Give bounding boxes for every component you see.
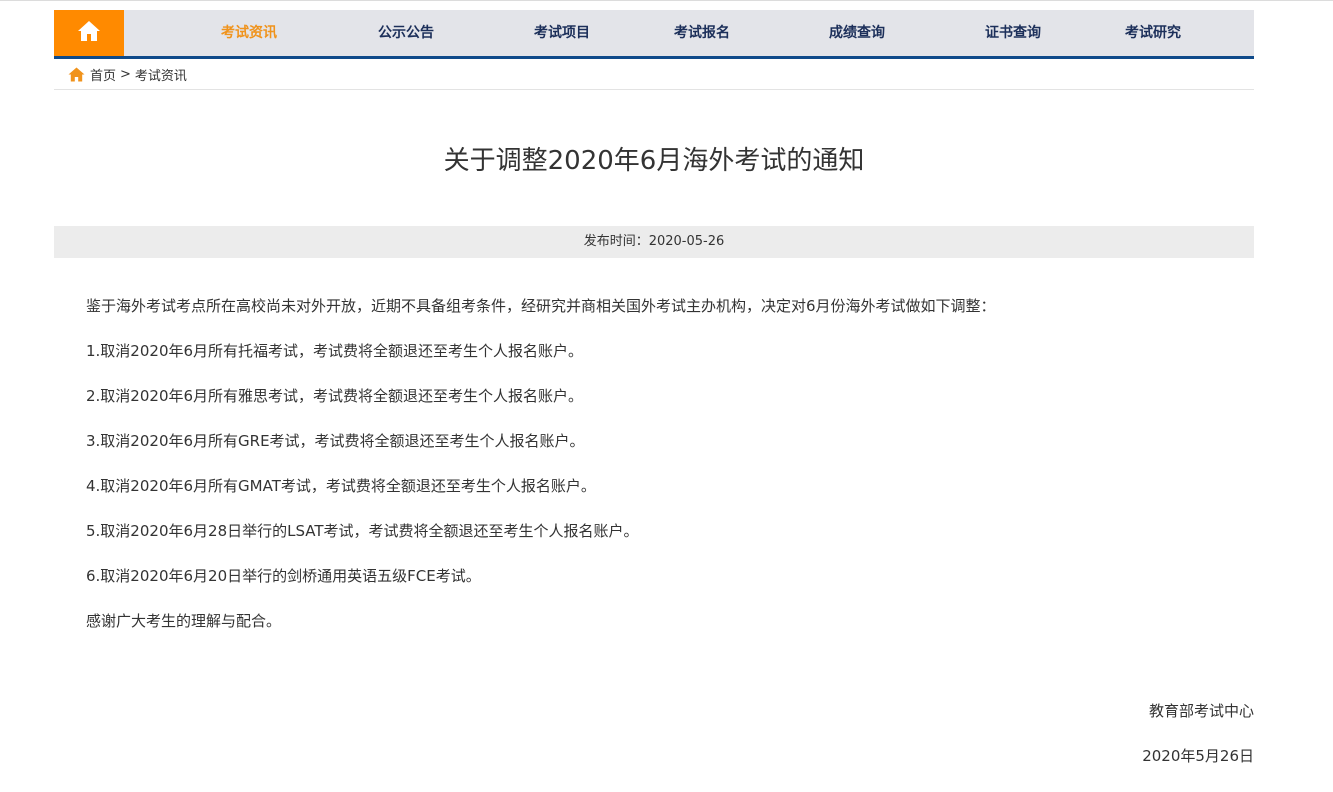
main-nav: 考试资讯 公示公告 考试项目 考试报名 成绩查询 证书查询 考试研究: [54, 10, 1254, 59]
breadcrumb-separator: >: [120, 66, 131, 82]
article-paragraph: 6.取消2020年6月20日举行的剑桥通用英语五级FCE考试。: [86, 567, 481, 585]
nav-item-exam-research[interactable]: 考试研究: [1125, 10, 1181, 56]
breadcrumb: 首页 > 考试资讯: [68, 64, 187, 84]
article-title: 关于调整2020年6月海外考试的通知: [443, 146, 865, 176]
article-paragraph: 鉴于海外考试考点所在高校尚未对外开放，近期不具备组考条件，经研究并商相关国外考试…: [86, 297, 996, 315]
nav-item-certificate-lookup[interactable]: 证书查询: [985, 10, 1041, 56]
home-button[interactable]: [54, 10, 124, 56]
publish-date: 发布时间：2020-05-26: [54, 226, 1254, 258]
article-paragraph: 3.取消2020年6月所有GRE考试，考试费将全额退还至考生个人报名账户。: [86, 432, 585, 450]
article-paragraph: 1.取消2020年6月所有托福考试，考试费将全额退还至考生个人报名账户。: [86, 342, 584, 360]
top-border: [0, 0, 1333, 1]
nav-item-exam-programs[interactable]: 考试项目: [534, 10, 590, 56]
article-signature: 教育部考试中心: [1148, 702, 1254, 720]
divider: [54, 89, 1254, 90]
nav-item-announcements[interactable]: 公示公告: [378, 10, 434, 56]
nav-item-registration[interactable]: 考试报名: [674, 10, 730, 56]
article-paragraph: 5.取消2020年6月28日举行的LSAT考试，考试费将全额退还至考生个人报名账…: [86, 522, 639, 540]
article-paragraph: 2.取消2020年6月所有雅思考试，考试费将全额退还至考生个人报名账户。: [86, 387, 584, 405]
breadcrumb-home-link[interactable]: 首页: [90, 65, 116, 84]
home-icon: [68, 67, 85, 82]
article-paragraph: 感谢广大考生的理解与配合。: [86, 612, 282, 630]
article-paragraph: 4.取消2020年6月所有GMAT考试，考试费将全额退还至考生个人报名账户。: [86, 477, 596, 495]
breadcrumb-current[interactable]: 考试资讯: [135, 65, 187, 84]
nav-item-exam-news[interactable]: 考试资讯: [221, 10, 277, 56]
nav-item-score-lookup[interactable]: 成绩查询: [829, 10, 885, 56]
article-date: 2020年5月26日: [1142, 747, 1254, 765]
home-icon: [77, 20, 101, 46]
